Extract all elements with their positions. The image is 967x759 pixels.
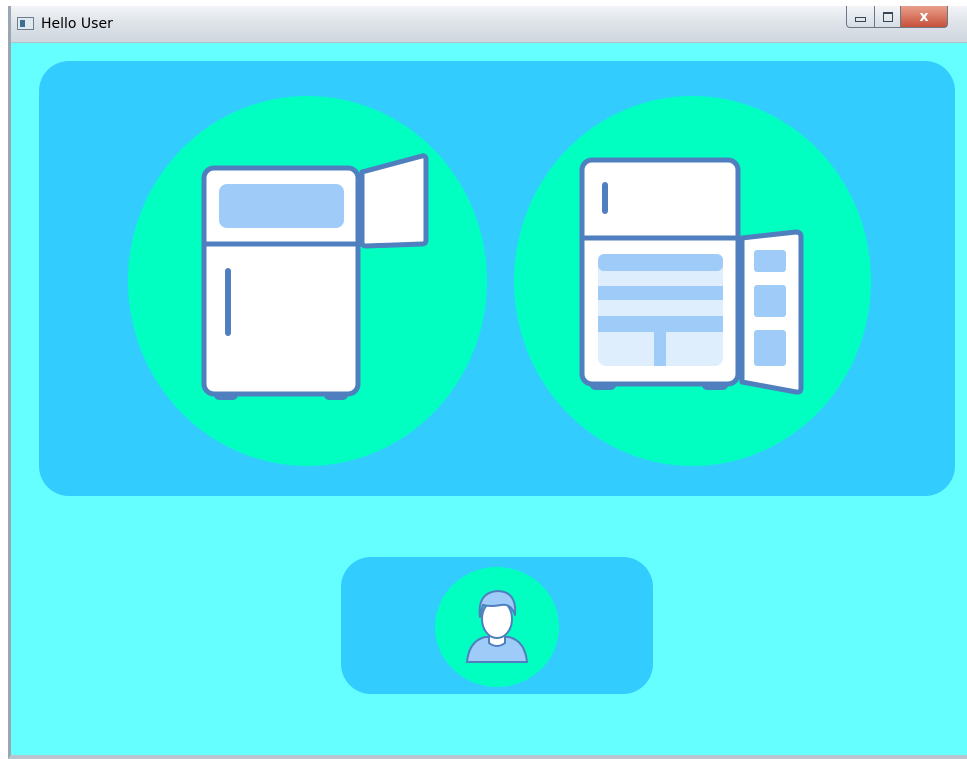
close-button[interactable]: x [900, 6, 948, 28]
maximize-icon [882, 11, 893, 22]
maximize-button[interactable] [874, 6, 901, 28]
fridge-main-open-button[interactable] [514, 96, 871, 466]
fridge-freezer-door-open-icon [201, 153, 429, 400]
window-title: Hello User [41, 16, 113, 32]
user-profile-button[interactable] [435, 567, 559, 687]
user-panel [341, 557, 653, 694]
app-icon [17, 17, 34, 30]
appliance-panel [39, 61, 955, 496]
minimize-icon [855, 17, 866, 22]
minimize-button[interactable] [846, 6, 875, 28]
fridge-main-door-open-icon [579, 157, 804, 395]
title-bar[interactable]: Hello User x [11, 6, 967, 43]
close-icon: x [919, 8, 929, 25]
fridge-freezer-open-button[interactable] [128, 96, 487, 466]
app-window: Hello User x [8, 6, 967, 759]
user-avatar-icon [465, 590, 529, 663]
